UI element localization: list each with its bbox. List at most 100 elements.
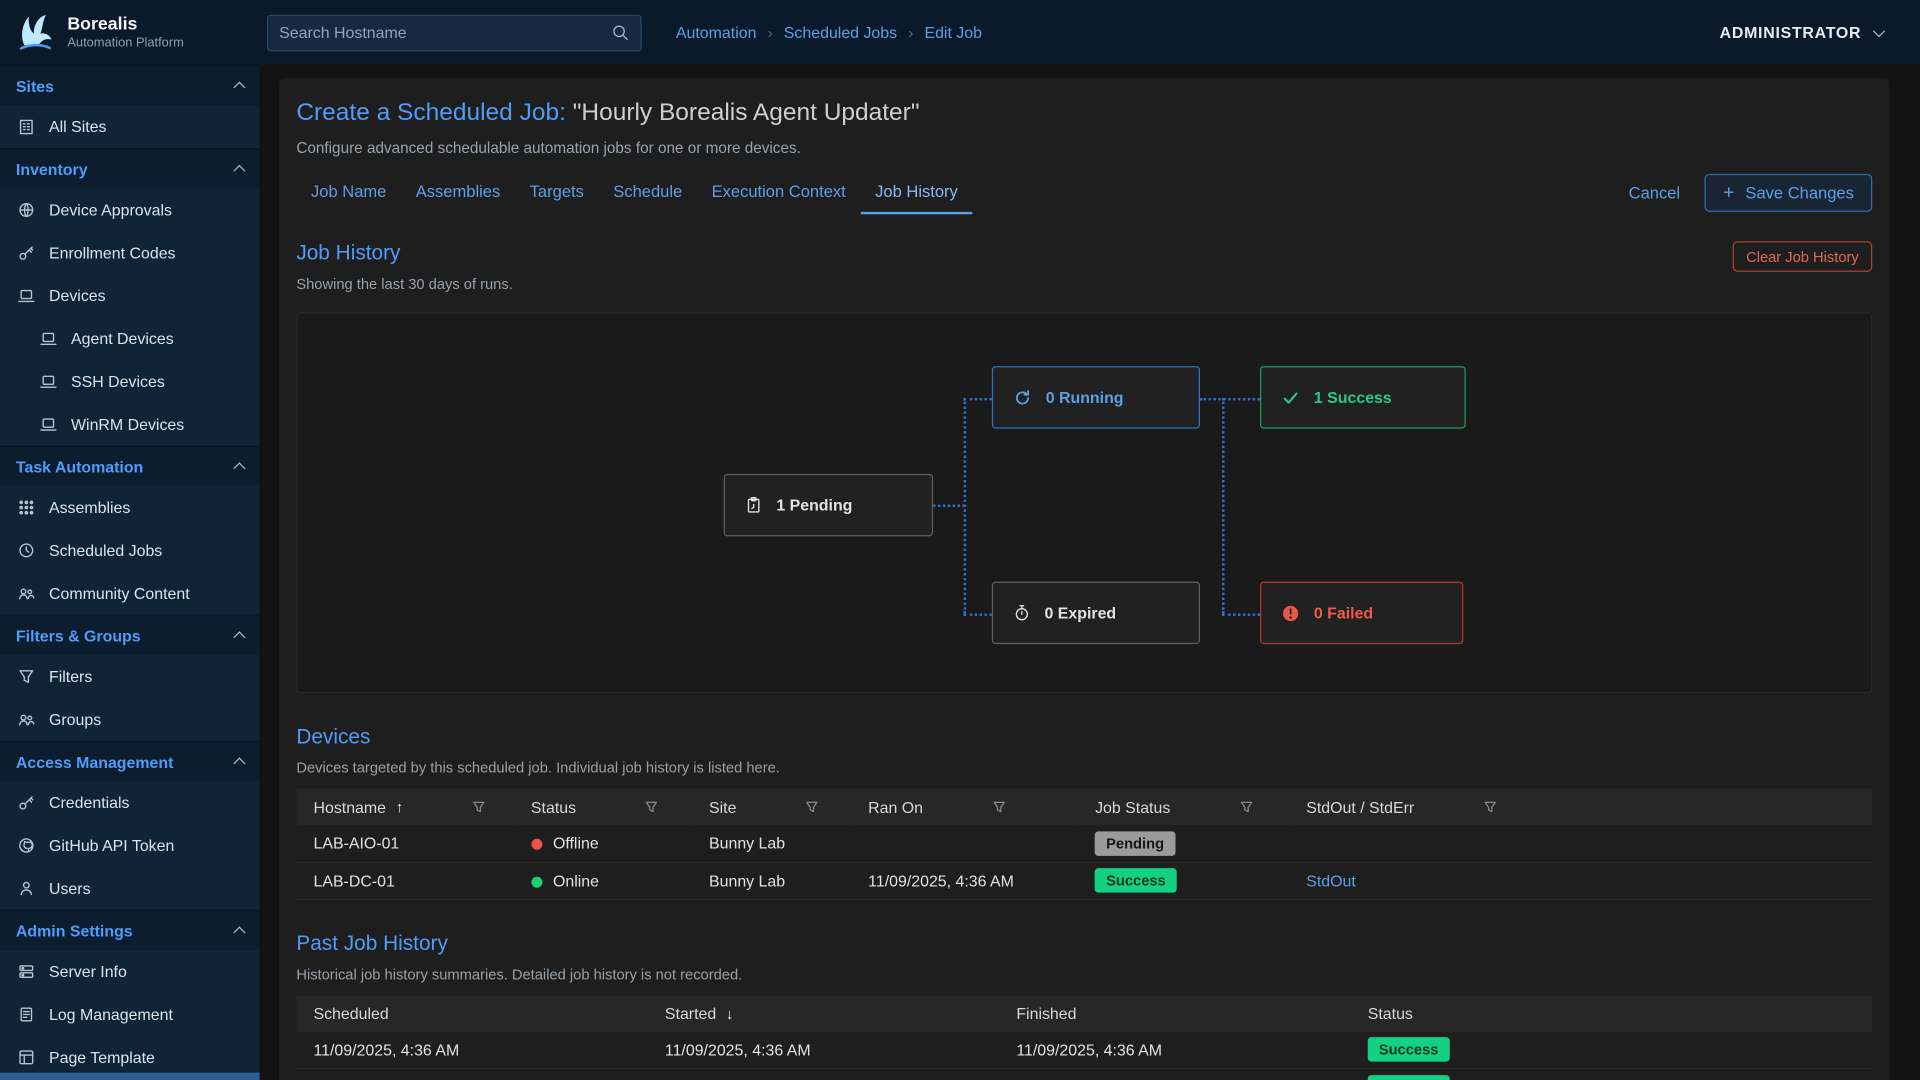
flow-node-expired: 0 Expired — [992, 582, 1200, 644]
device-row: LAB-AIO-01OfflineBunny LabPending — [296, 825, 1872, 862]
flow-connector — [1222, 613, 1260, 615]
grid-icon — [16, 498, 36, 518]
sidebar-item-community-content[interactable]: Community Content — [0, 572, 260, 615]
tab-job-history[interactable]: Job History — [860, 171, 972, 214]
job-history-subheading: Showing the last 30 days of runs. — [296, 276, 512, 293]
column-header-scheduled[interactable]: Scheduled — [296, 995, 647, 1032]
past-job-row: 11/09/2025, 3:36 AM11/09/2025, 3:36 AM11… — [296, 1068, 1872, 1080]
sidebar-item-assemblies[interactable]: Assemblies — [0, 486, 260, 529]
filter-icon[interactable] — [805, 800, 820, 815]
search-box[interactable] — [267, 14, 642, 51]
filter-icon[interactable] — [472, 800, 487, 815]
people-icon — [16, 710, 36, 730]
sidebar-item-label: Devices — [49, 287, 106, 305]
cancel-button[interactable]: Cancel — [1629, 184, 1680, 202]
past-job-scheduled: 11/09/2025, 4:36 AM — [296, 1032, 647, 1069]
sidebar-item-device-approvals[interactable]: Device Approvals — [0, 189, 260, 232]
column-header-job-status[interactable]: Job Status — [1078, 789, 1289, 826]
sidebar-item-agent-devices[interactable]: Agent Devices — [0, 317, 260, 360]
past-jobs-table: ScheduledStarted↓FinishedStatus 11/09/20… — [296, 995, 1872, 1080]
column-header-stdout-stderr[interactable]: StdOut / StdErr — [1289, 789, 1872, 826]
user-menu[interactable]: ADMINISTRATOR — [1720, 23, 1884, 41]
sidebar-item-winrm-devices[interactable]: WinRM Devices — [0, 403, 260, 446]
column-header-finished[interactable]: Finished — [999, 995, 1350, 1032]
sidebar-item-credentials[interactable]: Credentials — [0, 781, 260, 824]
device-ran-on — [851, 825, 1078, 862]
breadcrumb-item-edit-job[interactable]: Edit Job — [924, 23, 982, 41]
sidebar-item-devices[interactable]: Devices — [0, 274, 260, 317]
column-header-hostname[interactable]: Hostname↑ — [296, 789, 513, 826]
breadcrumb-separator: › — [767, 23, 772, 41]
globe-check-icon — [16, 200, 36, 220]
save-changes-button[interactable]: + Save Changes — [1705, 174, 1873, 212]
sidebar-item-log-management[interactable]: Log Management — [0, 993, 260, 1036]
page-title: Create a Scheduled Job: "Hourly Borealis… — [296, 98, 1872, 129]
column-header-site[interactable]: Site — [692, 789, 851, 826]
sidebar-item-label: Page Template — [49, 1048, 155, 1066]
breadcrumb-item-automation[interactable]: Automation — [676, 23, 757, 41]
device-ran-on: 11/09/2025, 4:36 AM — [851, 862, 1078, 899]
stdout-link[interactable]: StdOut — [1306, 871, 1356, 889]
flow-node-failed-label: 0 Failed — [1314, 604, 1373, 622]
sidebar-item-all-sites[interactable]: All Sites — [0, 105, 260, 148]
sidebar-item-ssh-devices[interactable]: SSH Devices — [0, 360, 260, 403]
flow-node-success-label: 1 Success — [1314, 388, 1392, 406]
tab-targets[interactable]: Targets — [515, 171, 599, 214]
sidebar-section-filters-groups[interactable]: Filters & Groups — [0, 615, 260, 655]
column-header-status[interactable]: Status — [1351, 995, 1873, 1032]
column-header-ran-on[interactable]: Ran On — [851, 789, 1078, 826]
template-icon — [16, 1048, 36, 1068]
sidebar-section-label: Inventory — [16, 160, 88, 178]
device-hostname: LAB-AIO-01 — [296, 825, 513, 862]
sidebar-section-access-management[interactable]: Access Management — [0, 741, 260, 781]
sidebar-section-inventory[interactable]: Inventory — [0, 148, 260, 188]
tab-assemblies[interactable]: Assemblies — [401, 171, 515, 214]
flow-connector — [1222, 398, 1224, 614]
sidebar-item-label: Log Management — [49, 1005, 173, 1023]
tab-schedule[interactable]: Schedule — [599, 171, 697, 214]
sidebar-item-server-info[interactable]: Server Info — [0, 950, 260, 993]
github-icon — [16, 836, 36, 856]
flow-node-pending: 1 Pending — [724, 474, 933, 536]
filter-icon[interactable] — [992, 800, 1007, 815]
search-input[interactable] — [279, 23, 611, 41]
filter-icon[interactable] — [1239, 800, 1254, 815]
brand[interactable]: Borealis Automation Platform — [0, 0, 260, 65]
flow-node-success: 1 Success — [1260, 366, 1466, 428]
filter-icon[interactable] — [1483, 800, 1498, 815]
people-icon — [16, 583, 36, 603]
device-hostname: LAB-DC-01 — [296, 862, 513, 899]
sidebar-item-label: Filters — [49, 667, 92, 685]
device-job-status: Pending — [1078, 825, 1289, 862]
sidebar-section-sites[interactable]: Sites — [0, 65, 260, 105]
tab-job-name[interactable]: Job Name — [296, 171, 401, 214]
sidebar-item-github-api-token[interactable]: GitHub API Token — [0, 824, 260, 867]
breadcrumb-item-scheduled-jobs[interactable]: Scheduled Jobs — [784, 23, 897, 41]
person-icon — [16, 879, 36, 899]
search-icon[interactable] — [611, 23, 629, 41]
chevron-up-icon — [233, 757, 245, 769]
sidebar-item-groups[interactable]: Groups — [0, 698, 260, 741]
save-changes-label: Save Changes — [1745, 184, 1853, 202]
column-header-started[interactable]: Started↓ — [648, 995, 999, 1032]
device-site: Bunny Lab — [692, 825, 851, 862]
sidebar-section-task-automation[interactable]: Task Automation — [0, 446, 260, 486]
sidebar-item-label: SSH Devices — [71, 372, 165, 390]
sidebar-section-admin-settings[interactable]: Admin Settings — [0, 910, 260, 950]
sidebar-item-enrollment-codes[interactable]: Enrollment Codes — [0, 231, 260, 274]
flow-connector — [933, 504, 965, 506]
sidebar-item-scheduled-jobs[interactable]: Scheduled Jobs — [0, 529, 260, 572]
sidebar-item-users[interactable]: Users — [0, 867, 260, 910]
filter-icon[interactable] — [645, 800, 660, 815]
chevron-up-icon — [233, 462, 245, 474]
job-status-badge: Success — [1368, 1037, 1450, 1061]
column-header-status[interactable]: Status — [514, 789, 692, 826]
key-icon — [16, 793, 36, 813]
job-history-flow: 1 Pending 0 Running 1 Success 0 Expired — [296, 312, 1872, 693]
sidebar-item-filters[interactable]: Filters — [0, 655, 260, 698]
sidebar-nav: SitesAll Sites Inventory Device ApprovalsE… — [0, 65, 260, 1079]
topbar: Borealis Automation Platform Automation ›… — [0, 0, 1920, 65]
clear-job-history-button[interactable]: Clear Job History — [1733, 241, 1873, 272]
tab-execution-context[interactable]: Execution Context — [697, 171, 861, 214]
sidebar-scroll-indicator[interactable] — [0, 1073, 260, 1080]
